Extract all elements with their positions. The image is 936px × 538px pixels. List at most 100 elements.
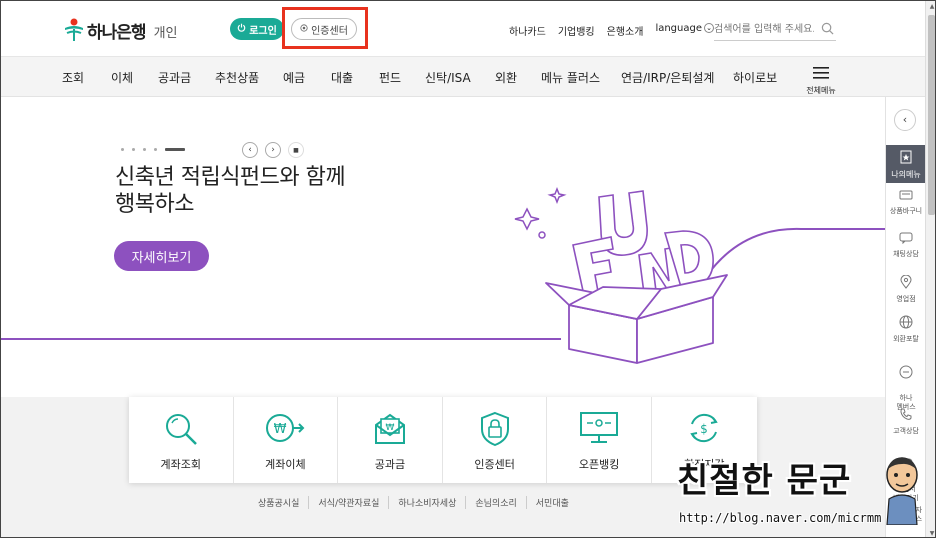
nav-item-loan[interactable]: 대출: [331, 69, 353, 86]
quick-item-utility-bill[interactable]: ₩ 공과금: [338, 397, 443, 483]
sidebar-item-hana-members[interactable]: 하나 멤버스: [886, 356, 926, 412]
detail-button[interactable]: 자세히보기: [114, 241, 209, 271]
quick-label: 계좌이체: [265, 458, 306, 471]
login-label: 로그인: [249, 25, 277, 37]
prev-slide-button[interactable]: ‹: [242, 142, 258, 158]
carousel-dot[interactable]: [154, 148, 157, 151]
logo-sub: 개인: [153, 26, 178, 41]
nav-item-pension[interactable]: 연금/IRP/은퇴설계: [621, 69, 714, 86]
search-icon[interactable]: [821, 22, 834, 38]
pause-slide-button[interactable]: ■: [288, 142, 304, 158]
scroll-down-icon[interactable]: ▼: [928, 530, 935, 537]
hamburger-icon: [813, 64, 829, 83]
sidebar-item-my-menu[interactable]: 나의메뉴: [886, 145, 926, 183]
hero-title: 신축년 적립식펀드와 함께 행복하소: [115, 165, 346, 217]
logo[interactable]: 하나은행 개인: [63, 17, 177, 43]
all-menu-label: 전체메뉴: [806, 86, 836, 95]
search-box: [714, 19, 836, 41]
footer-link[interactable]: 서민대출: [525, 496, 578, 509]
chevron-left-icon: ‹: [902, 113, 908, 126]
nav-item-utility[interactable]: 공과금: [158, 69, 191, 86]
sidebar-item-forex-portal[interactable]: 외환포탈: [886, 315, 926, 344]
quick-item-cert-center[interactable]: 인증센터: [443, 397, 548, 483]
magnifier-icon: [163, 411, 199, 451]
footer-link[interactable]: 상품공시실: [249, 496, 308, 509]
sidebar-item-label: 상품바구니: [889, 207, 923, 215]
top-link-corporate[interactable]: 기업뱅킹: [558, 23, 595, 38]
sidebar-item-chat[interactable]: 채팅상담: [886, 232, 926, 259]
nav-item-deposit[interactable]: 예금: [283, 69, 305, 86]
sidebar-item-branch[interactable]: 영업점: [886, 274, 926, 304]
quick-item-account-inquiry[interactable]: 계좌조회: [129, 397, 234, 483]
header: 하나은행 개인 로그인 인증센터 하나카드 기업뱅킹 은행소개 language…: [1, 1, 935, 57]
sidebar-collapse-button[interactable]: ‹: [894, 109, 916, 131]
nav-item-recommend[interactable]: 추천상품: [215, 69, 259, 86]
chat-icon: [886, 232, 926, 247]
star-doc-icon: [886, 145, 926, 166]
highlight-box: [282, 7, 368, 49]
quick-label: 인증센터: [474, 458, 515, 471]
watermark-title: 친절한 문군: [677, 461, 852, 501]
sidebar-item-label: 나의메뉴: [891, 170, 921, 179]
language-select[interactable]: language ⌄: [655, 23, 714, 38]
phone-icon: [886, 407, 926, 424]
top-links: 하나카드 기업뱅킹 은행소개 language ⌄: [509, 23, 714, 38]
footer-link[interactable]: 하나소비자세상: [388, 496, 465, 509]
scroll-up-icon[interactable]: ▲: [928, 3, 935, 10]
carousel-dot[interactable]: [132, 148, 135, 151]
blog-watermark: 친절한 문군 http://blog.naver.com/micrmm: [677, 453, 925, 537]
power-icon: [237, 23, 246, 35]
sidebar-item-label: 영업점: [896, 295, 916, 303]
page-scrollbar[interactable]: ▲ ▼: [925, 1, 935, 537]
sidebar-item-label: 채팅상담: [893, 250, 919, 258]
quick-label: 계좌조회: [160, 458, 202, 471]
svg-text:$: $: [700, 422, 708, 436]
envelope-won-icon: ₩: [372, 411, 408, 449]
quick-item-account-transfer[interactable]: ₩ 계좌이체: [234, 397, 339, 483]
sidebar-item-label: 고객상담: [893, 427, 919, 435]
location-pin-icon: [886, 274, 926, 292]
globe-icon: [886, 315, 926, 332]
all-menu-button[interactable]: 전체메뉴: [805, 64, 837, 96]
quick-label: 공과금: [374, 458, 406, 471]
next-slide-button[interactable]: ›: [265, 142, 281, 158]
nav-item-transfer[interactable]: 이체: [111, 69, 133, 86]
quick-menu: 계좌조회 ₩ 계좌이체 ₩ 공과금 인증센터 오픈뱅킹 $ 환전지갑: [129, 397, 757, 483]
scroll-thumb[interactable]: [928, 15, 935, 215]
language-label: language: [655, 23, 702, 34]
chevron-left-icon: ‹: [248, 145, 252, 155]
nav-item-menu-plus[interactable]: 메뉴 플러스: [541, 69, 600, 86]
browser-page: 하나은행 개인 로그인 인증센터 하나카드 기업뱅킹 은행소개 language…: [0, 0, 936, 538]
nav-item-inquiry[interactable]: 조회: [62, 69, 84, 86]
login-button[interactable]: 로그인: [230, 18, 284, 40]
nav-item-hairobo[interactable]: 하이로보: [733, 69, 777, 86]
top-link-card[interactable]: 하나카드: [509, 23, 546, 38]
pause-icon: ■: [293, 147, 299, 154]
carousel-dot[interactable]: [121, 148, 124, 151]
footer-link[interactable]: 서식/약관자료실: [308, 496, 388, 509]
nav-item-forex[interactable]: 외환: [495, 69, 517, 86]
carousel-indicator[interactable]: [121, 148, 185, 151]
svg-text:₩: ₩: [274, 422, 287, 437]
dollar-exchange-icon: $: [687, 411, 721, 449]
footer-links: 상품공시실 서식/약관자료실 하나소비자세상 손님의소리 서민대출: [249, 496, 578, 509]
sidebar-item-label: 외환포탈: [893, 335, 919, 343]
nav-item-fund[interactable]: 펀드: [379, 69, 401, 86]
quick-item-open-banking[interactable]: 오픈뱅킹: [547, 397, 652, 483]
footer-link[interactable]: 손님의소리: [465, 496, 525, 509]
monitor-icon: [579, 411, 619, 449]
sidebar-item-customer-service[interactable]: 고객상담: [886, 407, 926, 436]
nav-item-trust[interactable]: 신탁/ISA: [425, 69, 471, 86]
carousel-dot-active[interactable]: [165, 148, 185, 151]
chevron-right-icon: ›: [271, 145, 275, 155]
search-input[interactable]: [714, 19, 814, 39]
lock-icon: [479, 411, 511, 451]
carousel-dot[interactable]: [143, 148, 146, 151]
won-transfer-icon: ₩: [265, 411, 305, 449]
logo-text: 하나은행: [87, 22, 147, 43]
top-link-about[interactable]: 은행소개: [607, 23, 644, 38]
quick-label: 오픈뱅킹: [578, 458, 620, 471]
sidebar-item-cart[interactable]: 상품바구니: [886, 189, 926, 216]
members-icon: [886, 365, 926, 382]
cartoon-avatar-icon: [886, 457, 918, 525]
